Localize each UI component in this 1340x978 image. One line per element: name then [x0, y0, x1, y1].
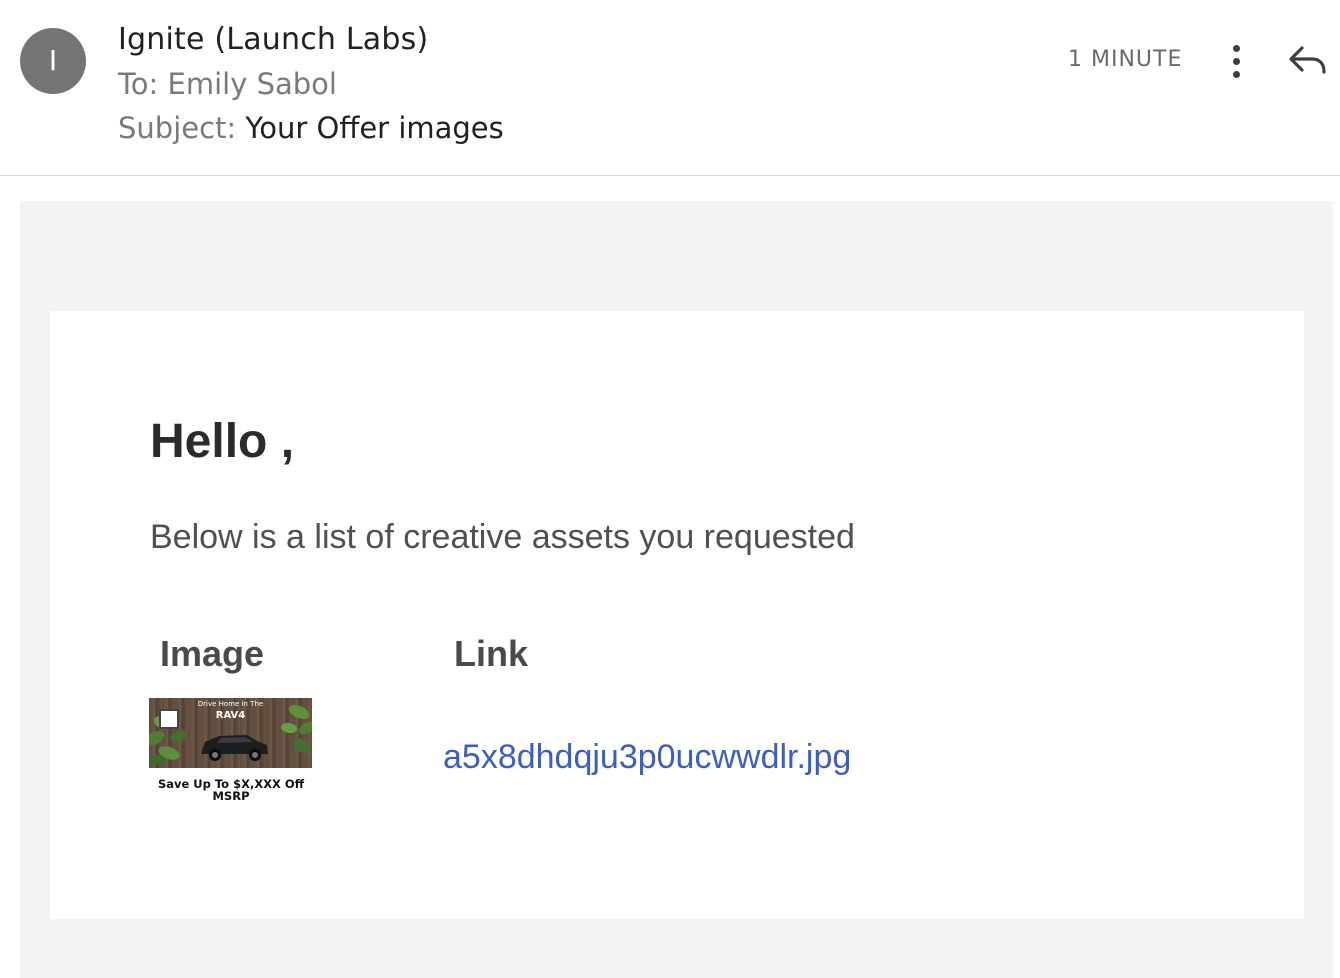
sender-name[interactable]: Ignite (Launch Labs): [118, 22, 428, 57]
intro-text: Below is a list of creative assets you r…: [150, 518, 855, 556]
subject-label: Subject:: [118, 111, 237, 145]
column-header-link: Link: [454, 633, 529, 674]
recipient-line: To: Emily Sabol: [118, 67, 337, 101]
subject-text: Your Offer images: [245, 111, 504, 145]
sender-avatar[interactable]: I: [20, 28, 86, 94]
greeting-heading: Hello ,: [150, 415, 295, 468]
asset-thumbnail[interactable]: Drive Home in The RAV4 Save Up To $X,XXX…: [149, 698, 313, 808]
thumbnail-caption: Save Up To $X,XXX Off MSRP: [157, 777, 305, 803]
email-content-card: [50, 311, 1304, 919]
subject-line: Subject: Your Offer images: [118, 111, 504, 145]
reply-icon[interactable]: [1286, 40, 1330, 80]
asset-file-link[interactable]: a5x8dhdqju3p0ucwwdlr.jpg: [443, 738, 851, 777]
email-header: I Ignite (Launch Labs) To: Emily Sabol S…: [0, 0, 1340, 176]
thumbnail-tagline: Drive Home in The: [197, 700, 264, 708]
received-time: 1 MINUTE: [1068, 47, 1183, 72]
more-vert-icon[interactable]: [1222, 40, 1252, 84]
thumbnail-model: RAV4: [215, 710, 246, 721]
column-header-image: Image: [160, 633, 265, 674]
thumbnail-photo: Drive Home in The RAV4: [149, 698, 312, 768]
